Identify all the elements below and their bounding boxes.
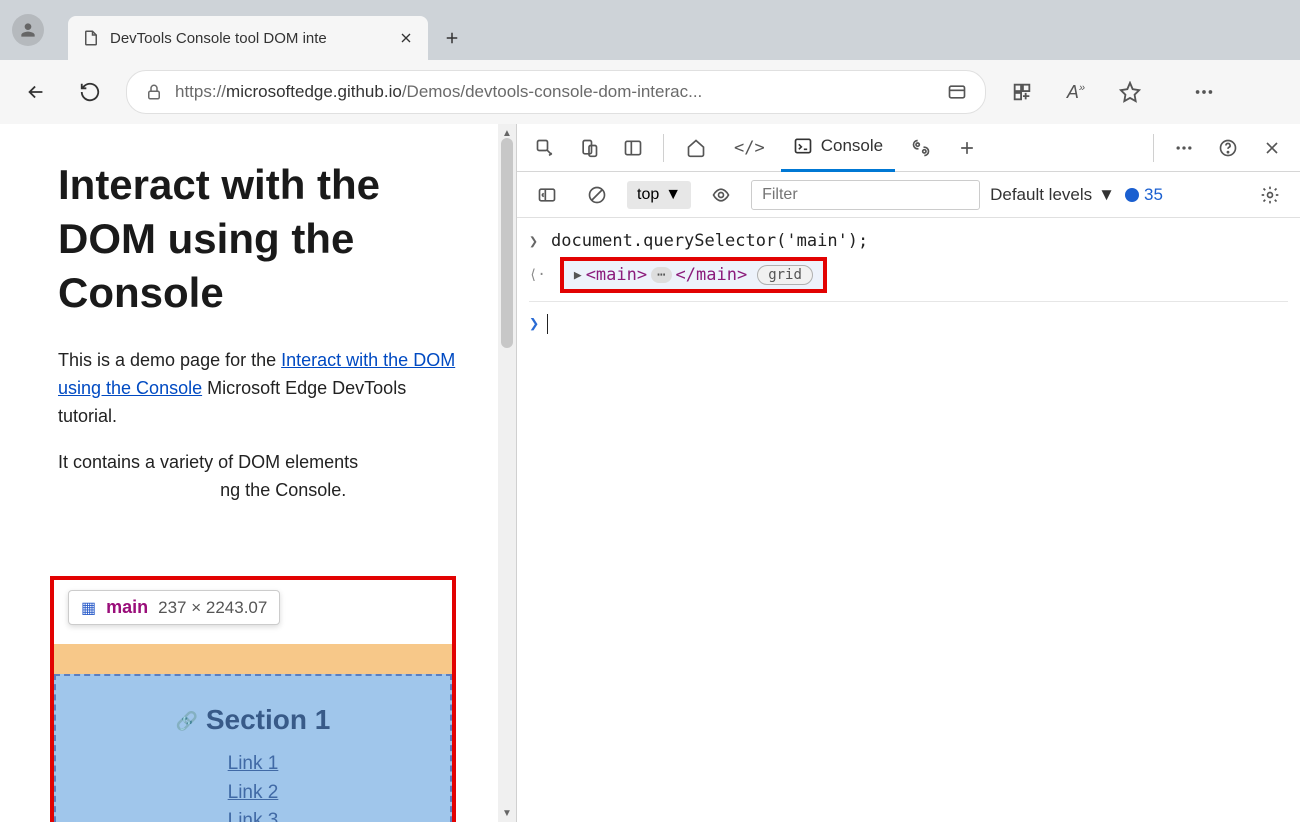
console-output-area[interactable]: ❯ document.querySelector('main'); ⟨· ▶ <… xyxy=(517,218,1300,344)
console-settings-icon[interactable] xyxy=(1250,175,1290,215)
log-levels-selector[interactable]: Default levels ▼ xyxy=(990,185,1115,205)
page-heading: Interact with the DOM using the Console xyxy=(58,158,466,319)
toggle-sidebar-icon[interactable] xyxy=(527,175,567,215)
dock-side-icon[interactable] xyxy=(613,128,653,168)
inspect-element-icon[interactable] xyxy=(525,128,565,168)
scroll-down-arrow[interactable]: ▼ xyxy=(498,804,516,822)
page-content-pane: Interact with the DOM using the Console … xyxy=(0,124,516,822)
console-code: document.querySelector('main'); xyxy=(551,231,868,251)
profile-avatar[interactable] xyxy=(12,14,44,46)
help-icon[interactable] xyxy=(1208,128,1248,168)
scrollbar-thumb[interactable] xyxy=(501,138,513,348)
back-button[interactable] xyxy=(18,74,54,110)
context-selector[interactable]: top ▼ xyxy=(627,181,691,209)
console-output-row: ⟨· ▶ <main> ⋯ </main> grid xyxy=(529,254,1288,302)
more-tabs-icon[interactable] xyxy=(947,128,987,168)
devtools-panel: </> Console top ▼ Default levels ▼ 35 xyxy=(516,124,1300,822)
address-bar[interactable]: https://microsoftedge.github.io/Demos/de… xyxy=(126,70,986,114)
issues-counter[interactable]: 35 xyxy=(1125,185,1163,205)
tab-console[interactable]: Console xyxy=(781,124,895,172)
grid-icon: ▦ xyxy=(81,598,96,618)
chevron-down-icon: ▼ xyxy=(665,186,681,204)
text-cursor xyxy=(547,314,548,334)
new-tab-button[interactable] xyxy=(432,18,472,58)
more-menu-icon[interactable] xyxy=(1186,74,1222,110)
browser-tab[interactable]: DevTools Console tool DOM inte xyxy=(68,16,428,60)
output-chevron-icon: ⟨· xyxy=(529,267,546,283)
vertical-scrollbar[interactable]: ▲ ▼ xyxy=(498,124,516,822)
refresh-button[interactable] xyxy=(72,74,108,110)
tab-elements[interactable]: </> xyxy=(722,124,777,172)
tab-title: DevTools Console tool DOM inte xyxy=(110,30,388,47)
collections-icon[interactable] xyxy=(1004,74,1040,110)
live-expression-icon[interactable] xyxy=(701,175,741,215)
tab-welcome[interactable] xyxy=(674,124,718,172)
reader-icon[interactable] xyxy=(947,82,967,102)
console-input-row: ❯ document.querySelector('main'); xyxy=(529,228,1288,254)
list-link[interactable]: Link 3 xyxy=(228,810,279,822)
intro-paragraph: This is a demo page for the Interact wit… xyxy=(58,347,466,431)
more-tools-icon[interactable] xyxy=(1164,128,1204,168)
annotation-highlight-output[interactable]: ▶ <main> ⋯ </main> grid xyxy=(560,257,827,293)
url-text: https://microsoftedge.github.io/Demos/de… xyxy=(175,82,935,102)
list-link[interactable]: Link 1 xyxy=(228,753,279,774)
chevron-down-icon: ▼ xyxy=(1098,185,1115,205)
lock-icon xyxy=(145,83,163,101)
tooltip-dimensions: 237 × 2243.07 xyxy=(158,598,267,618)
tab-bar: DevTools Console tool DOM inte xyxy=(0,0,1300,60)
link-icon: 🔗 xyxy=(176,711,198,731)
list-link[interactable]: Link 2 xyxy=(228,782,279,803)
close-devtools-icon[interactable] xyxy=(1252,128,1292,168)
clear-console-icon[interactable] xyxy=(577,175,617,215)
section-heading: 🔗 Section 1 xyxy=(54,704,452,736)
devtools-tab-bar: </> Console xyxy=(517,124,1300,172)
ellipsis-icon[interactable]: ⋯ xyxy=(651,267,671,283)
device-emulation-icon[interactable] xyxy=(569,128,609,168)
input-chevron-icon: ❯ xyxy=(529,232,543,250)
tab-sources[interactable] xyxy=(899,124,943,172)
page-icon xyxy=(82,29,100,47)
console-prompt-row[interactable]: ❯ xyxy=(529,308,1288,334)
margin-highlight xyxy=(54,644,452,674)
grid-badge[interactable]: grid xyxy=(757,265,813,285)
description-paragraph: It contains a variety of DOM elements hi… xyxy=(58,449,466,505)
section-1: 🔗 Section 1 Link 1 Link 2 Link 3 Link 4 … xyxy=(54,686,452,822)
close-icon[interactable] xyxy=(398,30,414,46)
console-filter-bar: top ▼ Default levels ▼ 35 xyxy=(517,172,1300,218)
element-tooltip: ▦ main 237 × 2243.07 xyxy=(68,590,280,625)
tooltip-tag: main xyxy=(106,597,148,618)
filter-input[interactable] xyxy=(751,180,980,210)
toolbar: https://microsoftedge.github.io/Demos/de… xyxy=(0,60,1300,124)
read-aloud-icon[interactable]: A» xyxy=(1058,74,1094,110)
favorites-icon[interactable] xyxy=(1112,74,1148,110)
expand-caret-icon[interactable]: ▶ xyxy=(574,268,582,283)
prompt-chevron-icon: ❯ xyxy=(529,314,539,334)
browser-chrome: DevTools Console tool DOM inte https://m… xyxy=(0,0,1300,124)
